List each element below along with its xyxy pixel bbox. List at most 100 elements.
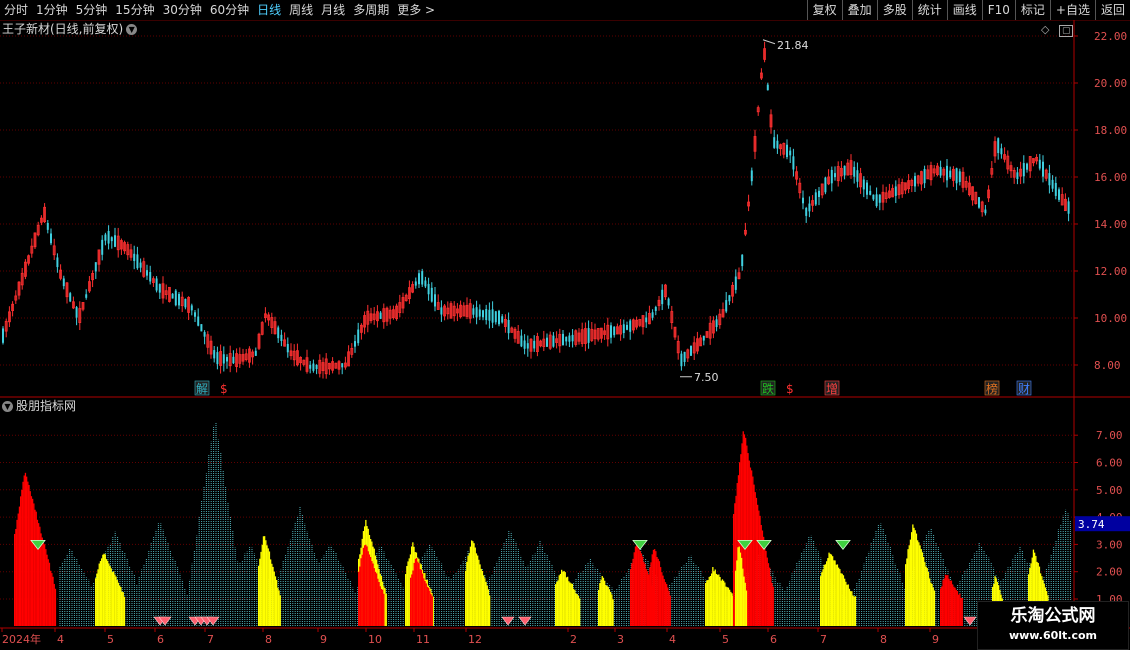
indicator-bar-red bbox=[770, 576, 772, 626]
indicator-bar-red bbox=[424, 581, 426, 626]
indicator-bar-yellow bbox=[103, 553, 105, 626]
indicator-bar-yellow bbox=[909, 539, 912, 626]
candle-body bbox=[46, 223, 49, 230]
indicator-bar-yellow bbox=[569, 582, 571, 626]
candle-body bbox=[610, 325, 612, 338]
candle-body bbox=[792, 156, 795, 170]
candle-body bbox=[725, 300, 728, 312]
indicator-bar-red bbox=[412, 570, 414, 626]
indicator-bar-yellow bbox=[739, 552, 742, 626]
candle-body bbox=[110, 237, 113, 242]
diamond-icon[interactable]: ◇ bbox=[1041, 23, 1049, 36]
candle-body bbox=[85, 294, 88, 298]
date-label: 2 bbox=[570, 633, 577, 646]
indicator-bar-red bbox=[411, 574, 413, 626]
indicator-bar-red bbox=[656, 557, 658, 626]
indicator-bar-yellow bbox=[111, 572, 114, 626]
candle-body bbox=[766, 84, 769, 91]
candle-body bbox=[498, 310, 500, 325]
indicator-title[interactable]: ▼ 股朋指标网 bbox=[2, 398, 76, 414]
candle-body bbox=[114, 235, 116, 247]
indicator-bar-red bbox=[413, 562, 415, 626]
candle-body bbox=[485, 309, 488, 321]
indicator-bar-yellow bbox=[563, 570, 565, 626]
indicator-bar-yellow bbox=[265, 540, 267, 626]
chevron-down-icon[interactable]: ▼ bbox=[2, 401, 13, 412]
window-icon[interactable]: ▢ bbox=[1058, 25, 1074, 37]
chevron-down-icon[interactable]: ▼ bbox=[126, 24, 138, 35]
candle-body bbox=[222, 354, 225, 364]
indicator-bar-yellow bbox=[99, 561, 102, 626]
indicator-bar-yellow bbox=[927, 571, 930, 626]
indicator-bar-yellow bbox=[914, 530, 916, 626]
indicator-bar-yellow bbox=[565, 577, 568, 626]
indicator-bar-red bbox=[44, 544, 46, 626]
indicator-bar-yellow bbox=[835, 564, 837, 626]
candle-body bbox=[421, 271, 424, 285]
indicator-bar-red bbox=[650, 562, 652, 626]
indicator-bar-red bbox=[765, 550, 767, 626]
indicator-bar-red bbox=[666, 584, 668, 626]
candle-body bbox=[818, 190, 820, 198]
indicator-bar-yellow bbox=[117, 582, 120, 626]
indicator-bar-yellow bbox=[921, 552, 924, 626]
candle-body bbox=[750, 170, 753, 182]
indicator-bar-yellow bbox=[561, 569, 563, 626]
indicator-bar-yellow bbox=[911, 532, 913, 626]
candle-body bbox=[158, 284, 161, 293]
stock-title: 王子新材(日线,前复权) bbox=[2, 22, 124, 36]
candle-body bbox=[440, 307, 443, 315]
chart-canvas[interactable]: 22.0020.0018.0016.0014.0012.0010.008.007… bbox=[0, 0, 1130, 650]
indicator-bar-yellow bbox=[827, 558, 829, 626]
indicator-bar-yellow bbox=[101, 558, 103, 626]
price-tick-label: 22.00 bbox=[1094, 30, 1127, 43]
indicator-bar-red bbox=[48, 562, 51, 626]
candle-body bbox=[226, 357, 228, 362]
indicator-bar-red bbox=[22, 481, 24, 626]
candle-body bbox=[1048, 173, 1051, 186]
indicator-bar-yellow bbox=[601, 576, 603, 626]
indicator-bar-red bbox=[632, 558, 634, 626]
candle-body bbox=[104, 234, 107, 241]
indicator-tick-label: 5.00 bbox=[1096, 484, 1123, 497]
indicator-bar-yellow bbox=[266, 545, 268, 626]
indicator-bar-red bbox=[362, 547, 365, 626]
indicator-bar-red bbox=[367, 551, 369, 626]
candle-body bbox=[200, 324, 203, 332]
indicator-bar-yellow bbox=[278, 590, 280, 626]
indicator-bar-yellow bbox=[599, 583, 601, 626]
main-chart-title[interactable]: 王子新材(日线,前复权) ▼ bbox=[2, 21, 138, 37]
candle-body bbox=[843, 165, 846, 176]
candle-body bbox=[1058, 189, 1060, 200]
candle-body bbox=[1022, 163, 1025, 177]
indicator-bar-red bbox=[16, 519, 18, 626]
indicator-bar-red bbox=[364, 545, 366, 626]
date-label: 4 bbox=[669, 633, 676, 646]
indicator-bar-red bbox=[429, 590, 431, 626]
indicator-bar-yellow bbox=[576, 594, 578, 626]
indicator-bar-red bbox=[24, 472, 27, 626]
indicator-bar-red bbox=[26, 476, 28, 626]
indicator-bar-red bbox=[27, 481, 29, 626]
indicator-bar-yellow bbox=[738, 546, 740, 626]
candle-body bbox=[997, 138, 1000, 154]
indicator-bar-yellow bbox=[744, 582, 746, 626]
indicator-bar-red bbox=[34, 509, 36, 626]
indicator-bar-red bbox=[15, 528, 17, 626]
indicator-bar-yellow bbox=[743, 576, 745, 626]
indicator-bar-yellow bbox=[707, 579, 709, 626]
candle-body bbox=[814, 192, 817, 205]
indicator-bar-red bbox=[21, 489, 23, 626]
indicator-bar-yellow bbox=[820, 576, 822, 626]
candle-body bbox=[178, 293, 180, 306]
candle-body bbox=[488, 309, 491, 321]
indicator-bar-red bbox=[946, 575, 948, 626]
indicator-bar-yellow bbox=[822, 569, 824, 626]
event-marker: 跌 bbox=[760, 380, 776, 396]
indicator-bar-yellow bbox=[721, 579, 724, 626]
indicator-bar-red bbox=[374, 571, 377, 626]
indicator-bar-red bbox=[956, 591, 959, 626]
candle-body bbox=[107, 230, 110, 244]
candle-body bbox=[715, 319, 718, 328]
indicator-bar-yellow bbox=[920, 549, 922, 626]
